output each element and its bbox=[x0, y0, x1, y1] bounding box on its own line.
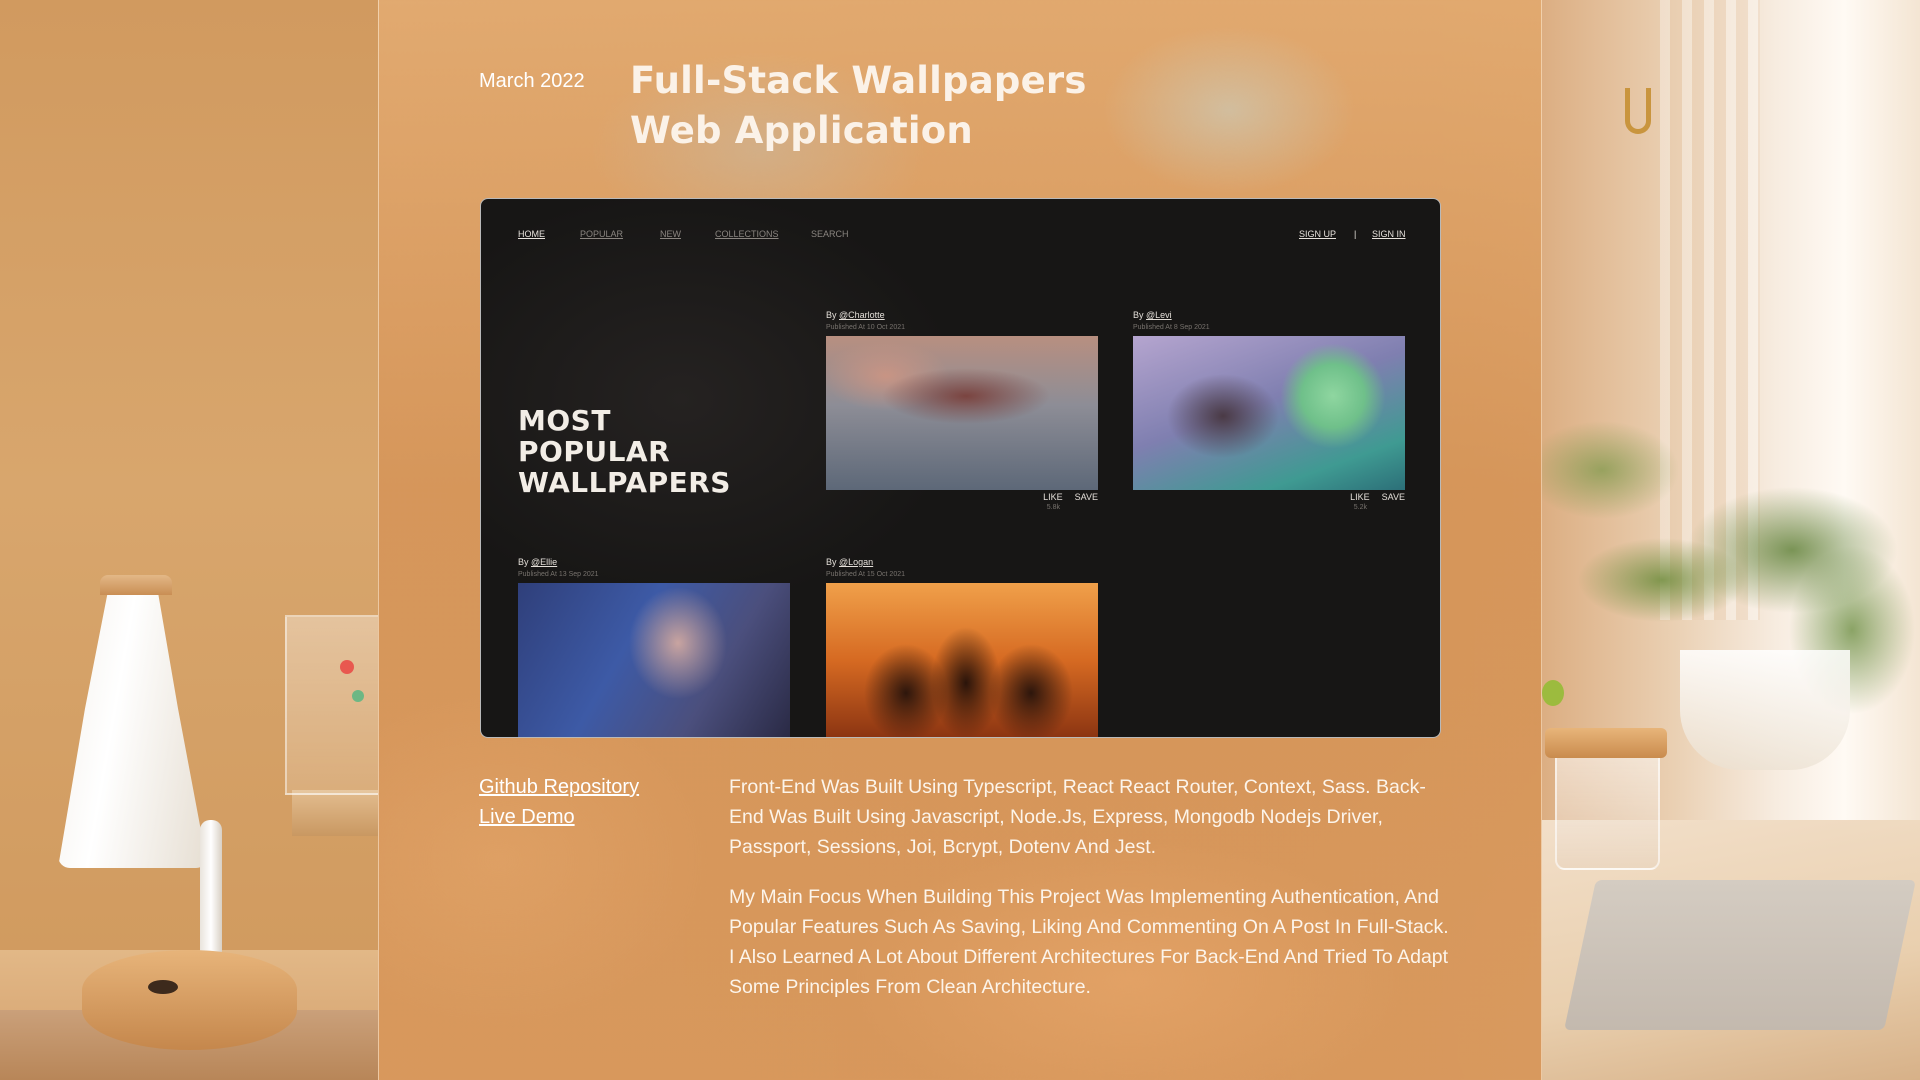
live-demo-link[interactable]: Live Demo bbox=[479, 802, 639, 832]
wallpaper-image[interactable] bbox=[826, 583, 1098, 737]
hero-heading: MOST POPULAR WALLPAPERS bbox=[518, 405, 731, 498]
wallpaper-card: By @Ellie Published At 13 Sep 2021 bbox=[518, 557, 790, 737]
like-count: 5.8k bbox=[1046, 504, 1060, 511]
app-screenshot: HOME POPULAR NEW COLLECTIONS SEARCH SIGN… bbox=[480, 198, 1441, 738]
background-pin bbox=[352, 690, 364, 702]
card-published: Published At 13 Sep 2021 bbox=[518, 571, 599, 578]
project-title: Full-Stack Wallpapers Web Application bbox=[630, 56, 1087, 156]
card-author: By @Charlotte bbox=[826, 310, 1098, 320]
card-author-prefix: By bbox=[1133, 310, 1147, 320]
background-pin bbox=[340, 660, 354, 674]
background-wall-left bbox=[0, 0, 378, 1080]
card-author-link[interactable]: @Charlotte bbox=[839, 310, 885, 320]
background-lamp-stem bbox=[200, 820, 222, 970]
card-published: Published At 10 Oct 2021 bbox=[826, 324, 905, 331]
card-author-prefix: By bbox=[826, 310, 840, 320]
like-count: 5.2k bbox=[1353, 504, 1367, 511]
background-desk-mat bbox=[1564, 880, 1916, 1030]
wallpaper-card: By @Levi Published At 8 Sep 2021 LIKE SAV… bbox=[1133, 310, 1405, 511]
sign-in-link[interactable]: SIGN IN bbox=[1372, 229, 1406, 239]
background-lamp-base bbox=[82, 950, 297, 1050]
hero-line: MOST bbox=[518, 404, 611, 437]
description-focus: My Main Focus When Building This Project… bbox=[729, 886, 1449, 998]
card-author-prefix: By bbox=[518, 557, 532, 567]
background-lamp-cap bbox=[100, 575, 172, 595]
wallpaper-image[interactable] bbox=[826, 336, 1098, 490]
github-repository-link[interactable]: Github Repository bbox=[479, 772, 639, 802]
nav-new[interactable]: NEW bbox=[660, 229, 681, 239]
save-button[interactable]: SAVE bbox=[1382, 492, 1405, 502]
wallpaper-image[interactable] bbox=[518, 583, 790, 737]
background-jar-lid bbox=[1545, 728, 1667, 758]
sign-in-label[interactable]: SIGN IN bbox=[1372, 229, 1406, 239]
card-author: By @Ellie bbox=[518, 557, 790, 567]
card-author-link[interactable]: @Levi bbox=[1146, 310, 1172, 320]
like-button[interactable]: LIKE bbox=[1043, 492, 1063, 502]
auth-divider: | bbox=[1354, 229, 1357, 239]
nav-home[interactable]: HOME bbox=[518, 229, 545, 239]
card-author-prefix: By bbox=[826, 557, 840, 567]
project-description: Front-End Was Built Using Typescript, Re… bbox=[729, 772, 1459, 1002]
background-plant-pot bbox=[1680, 650, 1850, 770]
card-author-link[interactable]: @Logan bbox=[839, 557, 873, 567]
card-actions: LIKE SAVE 5.8k bbox=[1043, 492, 1098, 511]
sign-up-link[interactable]: SIGN UP bbox=[1299, 229, 1336, 239]
background-apple bbox=[1542, 680, 1564, 706]
project-title-line1: Full-Stack Wallpapers bbox=[630, 59, 1087, 102]
card-author: By @Logan bbox=[826, 557, 1098, 567]
card-actions: LIKE SAVE 5.2k bbox=[1350, 492, 1405, 511]
sign-up-label[interactable]: SIGN UP bbox=[1299, 229, 1336, 239]
project-links: Github Repository Live Demo bbox=[479, 772, 639, 832]
save-button[interactable]: SAVE bbox=[1075, 492, 1098, 502]
nav-popular[interactable]: POPULAR bbox=[580, 229, 623, 239]
hero-line: WALLPAPERS bbox=[518, 466, 731, 499]
nav-search[interactable]: SEARCH bbox=[811, 229, 849, 239]
background-shelf bbox=[292, 790, 378, 836]
background-hook bbox=[1625, 88, 1651, 134]
card-published: Published At 15 Oct 2021 bbox=[826, 571, 905, 578]
project-date: March 2022 bbox=[479, 70, 585, 92]
wallpaper-card: By @Logan Published At 15 Oct 2021 bbox=[826, 557, 1098, 737]
nav-collections[interactable]: COLLECTIONS bbox=[715, 229, 779, 239]
like-button[interactable]: LIKE bbox=[1350, 492, 1370, 502]
background-acrylic-box bbox=[285, 615, 378, 795]
hero-line: POPULAR bbox=[518, 435, 671, 468]
card-published: Published At 8 Sep 2021 bbox=[1133, 324, 1210, 331]
card-author-link[interactable]: @Ellie bbox=[531, 557, 557, 567]
description-tech-stack: Front-End Was Built Using Typescript, Re… bbox=[729, 776, 1426, 858]
background-jar bbox=[1555, 745, 1660, 870]
wallpaper-image[interactable] bbox=[1133, 336, 1405, 490]
project-title-line2: Web Application bbox=[630, 109, 973, 152]
card-author: By @Levi bbox=[1133, 310, 1405, 320]
wallpaper-card: By @Charlotte Published At 10 Oct 2021 L… bbox=[826, 310, 1098, 511]
background-lamp-knob bbox=[148, 980, 178, 994]
